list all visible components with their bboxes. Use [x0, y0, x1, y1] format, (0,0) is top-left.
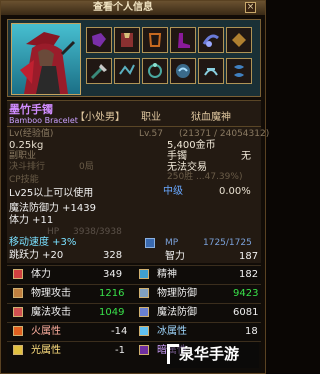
dark-element-icon — [139, 345, 149, 355]
watermark-logo-icon — [167, 344, 179, 364]
rank-label: 决斗排行 — [9, 162, 46, 172]
tab-owner[interactable]: 【小处男】 — [75, 113, 125, 123]
item-name-en: Bamboo Bracelet — [9, 116, 78, 125]
physical-defense-icon — [139, 288, 149, 298]
stat-value: 9423 — [233, 288, 259, 299]
divider — [7, 126, 261, 127]
spirit-icon — [139, 269, 149, 279]
light-element-icon — [13, 345, 23, 355]
title-bar[interactable]: 查看个人信息 × — [1, 1, 265, 15]
magic-attack-icon — [13, 307, 23, 317]
watermark-text: 泉华手游 — [179, 345, 240, 363]
item-weight: 0.25kg — [9, 140, 44, 151]
rank-value: 0局 — [79, 162, 94, 172]
equip-slot-weapon[interactable] — [86, 58, 112, 84]
stat-value: -1 — [115, 345, 125, 356]
item-type: 手镯 — [167, 151, 187, 162]
stat-label: 物理防御 — [157, 288, 197, 299]
stats-table: 体力 349 精神 182 物理攻击 1216 物理防御 9423 魔法攻击 1… — [7, 264, 261, 372]
stat-label: 魔法攻击 — [31, 307, 71, 318]
stat-label: 物理攻击 — [31, 288, 71, 299]
fire-element-icon — [13, 326, 23, 336]
mp-value: 1725/1725 — [203, 238, 252, 248]
item-info-panel: 墨竹手镯 Bamboo Bracelet 【小处男】 职业 狱血魔神 Lv(经验… — [7, 100, 269, 263]
stat-label: 精神 — [157, 269, 177, 280]
stat-label: 光属性 — [31, 345, 61, 356]
required-level: Lv25以上可以使用 — [9, 188, 94, 199]
equip-slot-necklace[interactable] — [170, 58, 196, 84]
equip-slot-shoulder[interactable] — [86, 27, 112, 53]
stat-row: 物理攻击 1216 物理防御 9423 — [7, 284, 261, 302]
mp-label: MP — [165, 238, 179, 248]
equip-slot-earring[interactable] — [226, 58, 252, 84]
character-figure-icon — [20, 32, 76, 94]
hp-label: HP — [47, 227, 60, 237]
vitality-icon — [13, 269, 23, 279]
mp-icon — [145, 238, 155, 248]
stat-row0-right-value: 187 — [239, 251, 259, 262]
class-name: 狱血魔神 — [191, 112, 231, 123]
hp-value: 3938/3938 — [73, 227, 122, 237]
stat-label: 火属性 — [31, 326, 61, 337]
item-price: 5,400金币 — [167, 140, 216, 151]
equipment-bar — [7, 19, 261, 97]
stat-row0-right-label: 智力 — [165, 251, 185, 262]
stat-label: 冰属性 — [157, 326, 187, 337]
attr-move-speed: 移动速度 +3% — [9, 237, 77, 248]
lv-label: Lv(经验值) — [9, 129, 54, 139]
window-title: 查看个人信息 — [93, 2, 153, 13]
close-icon[interactable]: × — [245, 2, 256, 13]
durability-label: CP技能 — [9, 175, 39, 185]
stat-value: 1049 — [99, 307, 125, 318]
stat-row0-left-value: 328 — [103, 250, 123, 261]
equip-slot-top[interactable] — [114, 27, 140, 53]
rank-ratio: 250胜 ...47.39%) — [167, 172, 243, 182]
character-info-window: 查看个人信息 × 墨竹手镯 Bamboo Bracelet 【小处男】 职业 狱… — [0, 0, 269, 374]
character-portrait — [11, 23, 81, 95]
stat-value: 182 — [239, 269, 259, 280]
equip-slot-magic-stone[interactable] — [198, 58, 224, 84]
stat-row: 魔法攻击 1049 魔法防御 6081 — [7, 303, 261, 321]
exp-value: (21371 / 24054312) — [179, 129, 270, 139]
equip-slot-bracelet[interactable] — [142, 27, 168, 53]
physical-attack-icon — [13, 288, 23, 298]
grade-percent: 0.00% — [219, 186, 251, 197]
equip-slot-shoes[interactable] — [170, 27, 196, 53]
stat-row: 火属性 -14 冰属性 18 — [7, 322, 261, 340]
attr-jump: 跳跃力 +20 — [9, 250, 64, 261]
equip-slot-accessory[interactable] — [198, 27, 224, 53]
stat-row: 体力 349 精神 182 — [7, 265, 261, 283]
type-label: 副职业 — [9, 151, 37, 161]
stat-value: 349 — [103, 269, 123, 280]
item-name: 墨竹手镯 — [9, 103, 53, 116]
item-type-extra: 无 — [241, 151, 251, 162]
attr-magic-defense: 魔法防御力 +1439 — [9, 203, 97, 214]
stat-value: 1216 — [99, 288, 125, 299]
tab-class[interactable]: 职业 — [141, 113, 161, 123]
lv-value: Lv.57 — [139, 129, 163, 139]
equip-slot-title[interactable] — [114, 58, 140, 84]
ice-element-icon — [139, 326, 149, 336]
item-grade: 中级 — [163, 186, 183, 197]
stat-label: 魔法防御 — [157, 307, 197, 318]
stat-value: 18 — [245, 326, 258, 337]
equip-slot-sub[interactable] — [226, 27, 252, 53]
stat-value: -14 — [111, 326, 128, 337]
stat-label: 体力 — [31, 269, 51, 280]
magic-defense-icon — [139, 307, 149, 317]
equip-slot-ring[interactable] — [142, 58, 168, 84]
stat-value: 6081 — [233, 307, 259, 318]
attr-vitality: 体力 +11 — [9, 215, 54, 226]
